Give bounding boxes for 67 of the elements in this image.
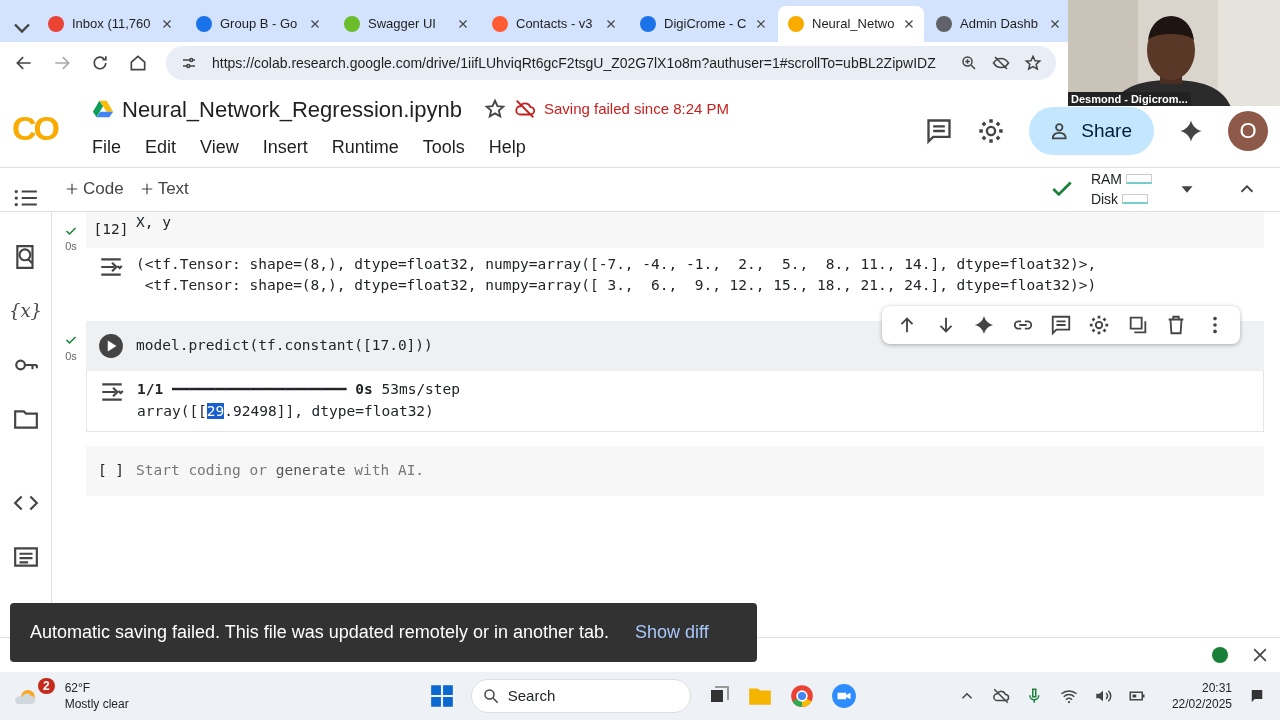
code-line[interactable]: model.predict(tf.constant([17.0])) (136, 335, 433, 358)
show-diff-link[interactable]: Show diff (635, 619, 709, 646)
run-time: 0s (64, 239, 78, 255)
comment-icon[interactable] (1049, 314, 1072, 336)
home-icon[interactable] (128, 53, 148, 74)
clock-date[interactable]: 22/02/2025 (1171, 696, 1232, 713)
save-status[interactable]: Saving failed since 8:24 PM (543, 98, 730, 121)
comment-icon[interactable] (925, 116, 954, 145)
start-icon[interactable] (428, 683, 455, 710)
snackbar-message: Automatic saving failed. This file was updated remotely or in another tab. (30, 621, 609, 644)
check-icon (65, 334, 77, 347)
participant-name: Desmond - Digicrom... (1068, 92, 1191, 106)
share-button[interactable]: Share (1029, 106, 1154, 155)
output-line: (<tf.Tensor: shape=(8,), dtype=float32, numpy=array([-7., -4., -1., 2., 5., 8., 11., 14.], dtype=float32)>, (136, 254, 1097, 274)
plus-icon (139, 182, 154, 197)
resource-label: RAM (1090, 170, 1122, 190)
menu-item[interactable]: Edit (145, 136, 177, 157)
browser-tab[interactable]: DigiCrome - C (630, 5, 776, 42)
status-dot (1212, 647, 1228, 664)
temperature: 62°F (64, 680, 92, 697)
generate-link[interactable]: generate (275, 461, 346, 478)
menu-item[interactable]: View (200, 136, 239, 157)
output-line: array([[29.92498]], dtype=float32) (137, 401, 435, 421)
run-button[interactable] (98, 333, 124, 360)
resource-label: Disk (1090, 190, 1119, 210)
output-line: <tf.Tensor: shape=(8,), dtype=float32, numpy=array([ 3., 6., 9., 12., 15., 18., 21., 24.], dtype=float32)>) (143, 276, 1097, 296)
browser-tab[interactable]: Inbox (11,760 (38, 5, 184, 42)
placeholder-text[interactable]: Start coding or generate with AI. (136, 459, 425, 482)
star-icon[interactable] (483, 98, 506, 121)
video-call-icon[interactable] (830, 683, 857, 710)
menu-item[interactable]: Runtime (331, 136, 399, 157)
notification-badge: 2 (38, 678, 55, 695)
search-icon (481, 687, 500, 706)
variables-button[interactable]: {x} (8, 297, 43, 324)
browser-tab[interactable]: Neural_Netwo (778, 5, 924, 42)
browser-tab[interactable]: Swagger UI (334, 5, 480, 42)
menu-item[interactable]: File (92, 136, 121, 157)
progress-line: 1/1 ━━━━━━━━━━━━━━━━━━━━ 0s 53ms/step (137, 380, 461, 400)
cloud-off-icon (513, 98, 536, 121)
taskbar-search[interactable]: Search (470, 679, 691, 714)
menu-item[interactable]: Tools (422, 136, 465, 157)
usage-meter (1126, 174, 1152, 185)
clock-time[interactable]: 20:31 (1171, 680, 1232, 697)
colab-logo: CO (12, 107, 59, 149)
notebook-title[interactable]: Neural_Network_Regression.ipynb (122, 92, 462, 126)
add-code-button[interactable]: Code (57, 172, 132, 206)
weather-text: Mostly clear (64, 696, 129, 713)
run-time: 0s (64, 348, 78, 364)
wifi-icon[interactable] (1059, 687, 1078, 706)
star-icon[interactable] (1024, 54, 1042, 73)
browser-tab[interactable]: Admin Dashb (926, 5, 1072, 42)
menu-item[interactable]: Help (488, 136, 526, 157)
add-text-button[interactable]: Text (131, 172, 197, 206)
chrome-icon[interactable] (788, 683, 815, 710)
browser-tab[interactable]: Group B - Go (186, 5, 332, 42)
plus-icon (65, 182, 79, 197)
code-line[interactable]: X, y (136, 211, 171, 234)
menu-item[interactable]: Insert (262, 136, 308, 157)
browser-tab[interactable]: Contacts - v3 (482, 5, 628, 42)
execution-count: [ ] (97, 460, 125, 480)
usage-meter (1122, 194, 1149, 205)
settings-icon[interactable] (977, 116, 1006, 145)
address-bar[interactable]: https://colab.research.google.com/drive/1iifLUhviqRt6gcF2tsgU_Z02G7lX1o8m?authuser=1#scrollTo=ubBL2ZipwIDZ (166, 46, 1056, 81)
avatar[interactable]: O (1228, 110, 1268, 151)
cloud-off-icon[interactable] (991, 687, 1010, 706)
settings-icon[interactable] (1088, 314, 1111, 336)
execution-count: [12] (93, 219, 129, 239)
